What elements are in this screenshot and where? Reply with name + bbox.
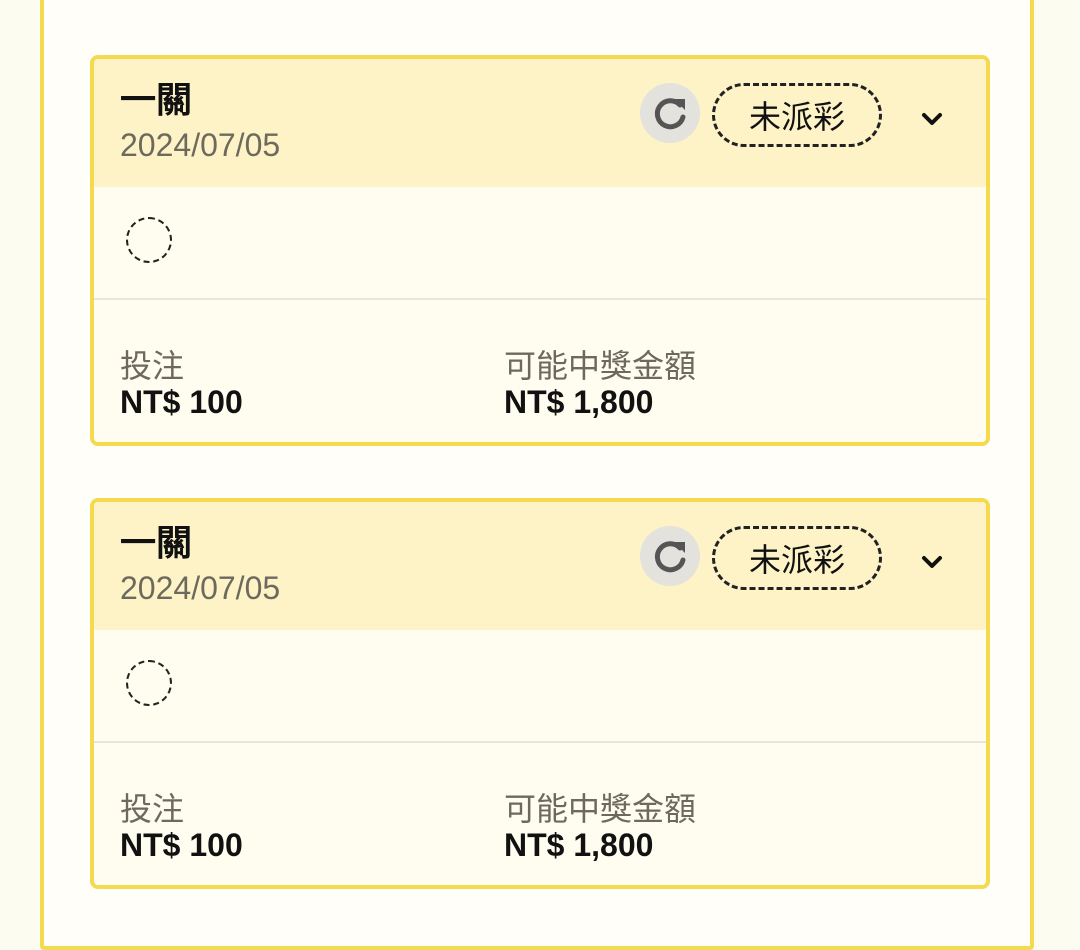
- expand-button[interactable]: [912, 542, 952, 582]
- chevron-down-icon: [922, 113, 942, 125]
- bet-type-title: 一關: [120, 80, 193, 121]
- bet-type-title: 一關: [120, 523, 193, 564]
- potential-payout-label: 可能中獎金額: [504, 790, 697, 828]
- stake-value: NT$ 100: [120, 827, 243, 863]
- bet-amounts: 投注 NT$ 100 可能中獎金額 NT$ 1,800: [94, 300, 986, 442]
- refresh-button[interactable]: [640, 526, 700, 586]
- stake-label: 投注: [120, 347, 185, 385]
- bet-card[interactable]: 一關 2024/07/05 未派彩 投注 NT$ 100 可能中獎金額 NT$ …: [90, 498, 990, 889]
- stake-value: NT$ 100: [120, 384, 243, 420]
- chevron-down-icon: [922, 556, 942, 568]
- refresh-button[interactable]: [640, 83, 700, 143]
- potential-payout-value: NT$ 1,800: [504, 827, 654, 863]
- stake-label: 投注: [120, 790, 185, 828]
- bet-date: 2024/07/05: [120, 570, 281, 606]
- refresh-icon: [654, 541, 686, 573]
- bet-date: 2024/07/05: [120, 127, 281, 163]
- selection-placeholder-icon: [126, 660, 172, 706]
- bet-selection-area: [94, 630, 986, 743]
- bet-card[interactable]: 一關 2024/07/05 未派彩 投注 NT$ 100 可能中獎金額 NT$ …: [90, 55, 990, 446]
- potential-payout-value: NT$ 1,800: [504, 384, 654, 420]
- bet-selection-area: [94, 187, 986, 300]
- expand-button[interactable]: [912, 99, 952, 139]
- bet-card-header[interactable]: 一關 2024/07/05 未派彩: [94, 59, 986, 187]
- potential-payout-label: 可能中獎金額: [504, 347, 697, 385]
- payout-status-badge: 未派彩: [712, 526, 882, 590]
- bet-card-header[interactable]: 一關 2024/07/05 未派彩: [94, 502, 986, 630]
- selection-placeholder-icon: [126, 217, 172, 263]
- payout-status-badge: 未派彩: [712, 83, 882, 147]
- bet-amounts: 投注 NT$ 100 可能中獎金額 NT$ 1,800: [94, 743, 986, 885]
- refresh-icon: [654, 98, 686, 130]
